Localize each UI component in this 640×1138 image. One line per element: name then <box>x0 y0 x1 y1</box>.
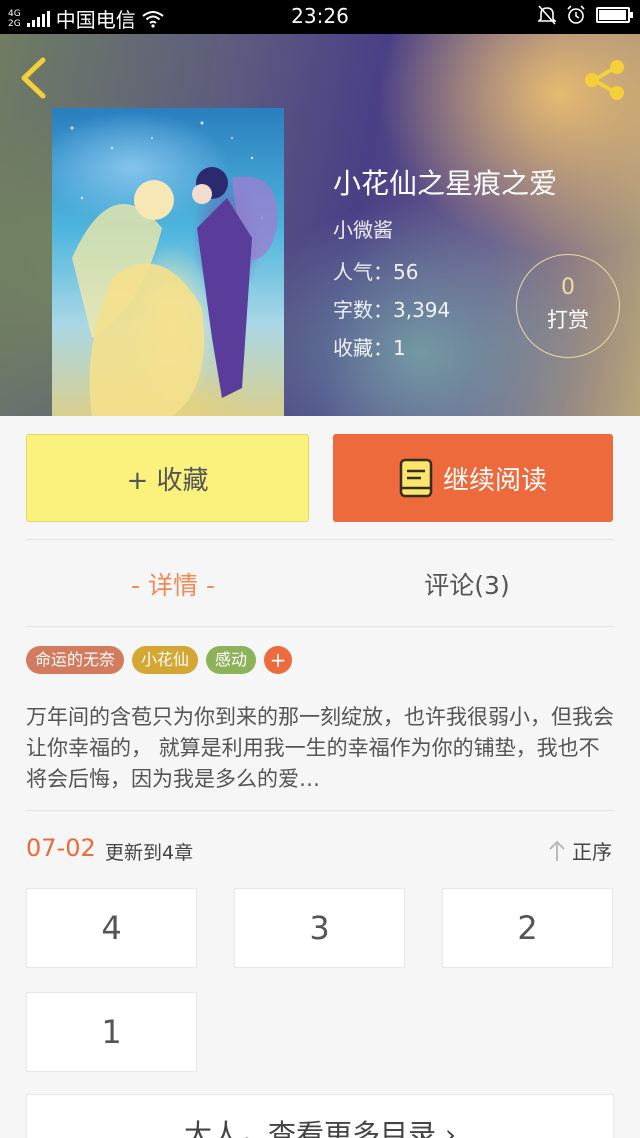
battery-fill <box>599 10 626 20</box>
sort-order-label: 正序 <box>572 840 612 864</box>
chapter-button[interactable]: 3 <box>234 888 405 968</box>
reward-count: 0 <box>561 275 575 300</box>
cover-illustration <box>70 121 278 416</box>
book-title: 小花仙之星痕之爱 <box>333 167 558 200</box>
book-cover[interactable] <box>52 108 284 416</box>
more-chapters-button[interactable]: 大人，查看更多目录 › <box>26 1094 614 1138</box>
stat-popularity: 人气：56 <box>333 260 419 284</box>
update-text: 更新到4章 <box>105 842 194 864</box>
arrow-up-icon <box>549 840 565 861</box>
book-author[interactable]: 小微酱 <box>333 214 393 243</box>
mute-bell-icon <box>538 5 556 25</box>
collect-button[interactable]: + 收藏 <box>26 434 309 522</box>
back-icon[interactable] <box>16 56 50 100</box>
tab-detail[interactable]: - 详情 - <box>26 566 320 602</box>
stat-word-count: 字数：3,394 <box>333 298 451 322</box>
status-right <box>538 5 633 25</box>
add-tag-button[interactable]: + <box>264 646 293 674</box>
update-date: 07-02 <box>26 834 96 862</box>
chapter-button[interactable]: 4 <box>26 888 197 968</box>
sort-order-button[interactable]: 正序 <box>548 836 612 865</box>
share-icon[interactable] <box>580 58 628 102</box>
collect-label: + 收藏 <box>126 465 209 496</box>
book-icon <box>399 458 433 498</box>
tag-item[interactable]: 小花仙 <box>132 646 199 674</box>
tab-comments[interactable]: 评论(3) <box>320 566 614 602</box>
reward-button[interactable]: 0 打赏 <box>516 254 620 358</box>
divider <box>26 810 614 811</box>
chapter-button[interactable]: 2 <box>442 888 613 968</box>
chapter-button[interactable]: 1 <box>26 992 197 1072</box>
status-bar: 4G 2G 中国电信 23:26 <box>0 0 640 34</box>
continue-reading-label: 继续阅读 <box>442 465 547 496</box>
battery-icon <box>596 7 633 23</box>
book-header: 小花仙之星痕之爱 小微酱 人气：56 字数：3,394 收藏：1 0 打赏 <box>0 34 640 416</box>
continue-reading-button[interactable]: 继续阅读 <box>333 434 613 522</box>
tag-item[interactable]: 命运的无奈 <box>26 646 125 674</box>
tag-list: 命运的无奈 小花仙 感动 + <box>26 646 293 674</box>
stat-favorites: 收藏：1 <box>333 336 406 360</box>
reward-label: 打赏 <box>547 308 589 332</box>
divider <box>26 626 614 627</box>
book-synopsis[interactable]: 万年间的含苞只为你到来的那一刻绽放，也许我很弱小，但我会让你幸福的， 就算是利用… <box>26 702 616 795</box>
divider <box>26 539 614 540</box>
tag-item[interactable]: 感动 <box>206 646 257 674</box>
alarm-icon <box>567 5 585 24</box>
